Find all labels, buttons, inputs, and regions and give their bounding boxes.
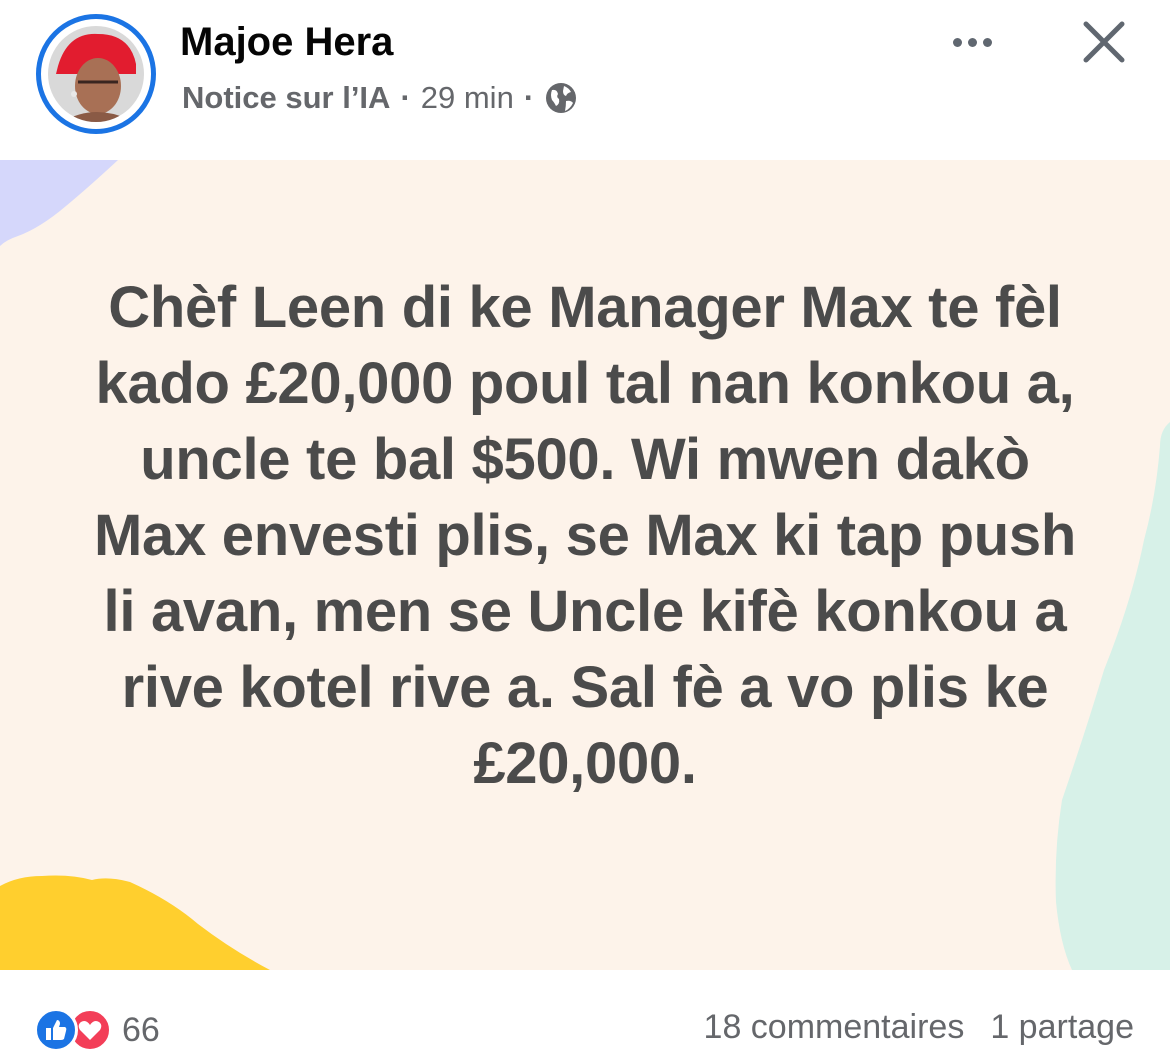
avatar[interactable] xyxy=(36,14,156,134)
reaction-count: 66 xyxy=(122,1010,160,1049)
post-header: Majoe Hera Notice sur l’IA · 29 min · xyxy=(0,0,1170,160)
author-name[interactable]: Majoe Hera xyxy=(180,20,393,65)
like-reaction-icon xyxy=(34,1008,78,1052)
post-background[interactable]: Chèf Leen di ke Manager Max te fèl kado … xyxy=(0,160,1170,970)
avatar-image xyxy=(48,26,144,122)
globe-icon xyxy=(544,81,578,115)
post-time[interactable]: 29 min xyxy=(421,80,514,116)
more-options-button[interactable] xyxy=(940,22,1004,62)
close-button[interactable] xyxy=(1076,14,1132,70)
post-footer: 66 18 commentaires 1 partage xyxy=(0,970,1170,1052)
close-icon xyxy=(1083,21,1125,63)
more-dot-icon xyxy=(982,37,992,47)
shares-link[interactable]: 1 partage xyxy=(990,1008,1134,1047)
engagement-stats: 18 commentaires 1 partage xyxy=(704,1008,1134,1047)
meta-separator: · xyxy=(523,80,535,115)
reactions-summary[interactable]: 66 xyxy=(34,1008,160,1052)
post-text: Chèf Leen di ke Manager Max te fèl kado … xyxy=(94,275,1076,796)
comments-link[interactable]: 18 commentaires xyxy=(704,1008,965,1047)
post-meta: Notice sur l’IA · 29 min · xyxy=(182,80,578,116)
more-dot-icon xyxy=(967,37,977,47)
ai-notice-label[interactable]: Notice sur l’IA xyxy=(182,80,390,116)
meta-separator: · xyxy=(400,80,411,115)
more-dot-icon xyxy=(952,37,962,47)
